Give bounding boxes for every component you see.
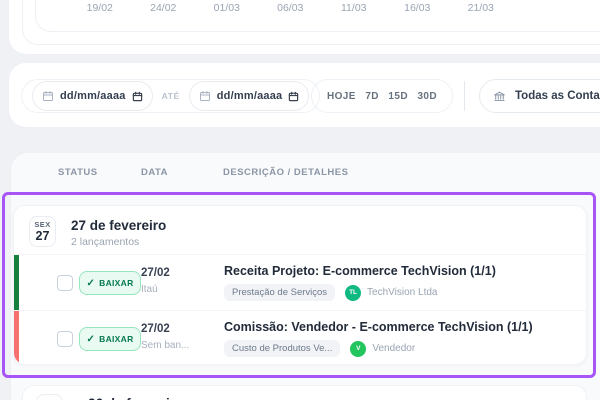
row-description: Comissão: Vendedor - E-commerce TechVisi… [224, 320, 533, 334]
baixar-button-label: BAIXAR [99, 334, 134, 344]
contact-avatar: TL [345, 284, 362, 301]
contact-avatar: V [350, 340, 367, 357]
date-range-separator: ATÉ [161, 91, 180, 101]
range-hoje-button[interactable]: HOJE [327, 91, 356, 102]
app-screen: 19/02 24/02 01/03 06/03 11/03 16/03 21/0… [0, 0, 600, 400]
axis-tick: 01/03 [213, 2, 240, 14]
column-header-date: DATA [141, 167, 168, 178]
quick-range-group: HOJE 7D 15D 30D [311, 79, 453, 113]
day-group-count: 2 lançamentos [71, 236, 140, 248]
contact: V Vendedor [350, 340, 416, 357]
axis-tick: 19/02 [86, 2, 113, 14]
contact: TL TechVision Ltda [345, 284, 438, 301]
row-accent-income [14, 255, 19, 310]
day-badge: QUI [36, 394, 63, 400]
baixar-button[interactable]: ✓ BAIXAR [79, 327, 141, 351]
row-tags: Prestação de Serviços TL TechVision Ltda [224, 284, 437, 301]
filter-divider [464, 81, 465, 111]
day-group-card-next: QUI 26 de fevereiro [22, 385, 587, 400]
chart-x-axis: 19/02 24/02 01/03 06/03 11/03 16/03 21/0… [35, 2, 513, 14]
accounts-dropdown-label: Todas as Contas [515, 90, 600, 102]
date-range-group: dd/mm/aaaa ATÉ dd/mm/aaaa [21, 79, 321, 113]
day-badge-weekday: SEX [34, 220, 51, 230]
contact-name: Vendedor [372, 343, 416, 354]
row-accent-expense [14, 311, 19, 364]
baixar-button[interactable]: ✓ BAIXAR [79, 271, 141, 295]
day-badge: SEX 27 [29, 216, 56, 247]
row-date: 27/02 [141, 323, 170, 335]
calendar-icon [43, 91, 53, 101]
date-picker-icon[interactable] [132, 91, 143, 102]
axis-tick: 21/03 [467, 2, 494, 14]
date-picker-icon[interactable] [288, 91, 299, 102]
date-from-input[interactable]: dd/mm/aaaa [32, 81, 153, 111]
range-30d-button[interactable]: 30D [417, 91, 437, 102]
accounts-dropdown[interactable]: Todas as Contas [479, 79, 600, 113]
filter-bar: dd/mm/aaaa ATÉ dd/mm/aaaa HOJE 7D 15D 30… [8, 62, 600, 128]
category-tag: Custo de Produtos Ve... [224, 340, 341, 357]
row-checkbox[interactable] [57, 275, 73, 291]
column-header-description: DESCRIÇÃO / DETALHES [223, 167, 349, 178]
axis-tick: 11/03 [341, 2, 367, 14]
category-tag: Prestação de Serviços [224, 284, 336, 301]
transaction-row[interactable]: ✓ BAIXAR 27/02 Sem ban... Comissão: Vend… [14, 310, 586, 364]
date-to-input[interactable]: dd/mm/aaaa [188, 81, 310, 111]
axis-tick: 24/02 [150, 2, 177, 14]
check-icon: ✓ [86, 333, 96, 345]
calendar-icon [199, 91, 210, 101]
transaction-row[interactable]: ✓ BAIXAR 27/02 Itaú Receita Projeto: E-c… [14, 254, 586, 310]
contact-name: TechVision Ltda [367, 287, 438, 298]
row-description: Receita Projeto: E-commerce TechVision (… [224, 264, 496, 278]
row-account: Itaú [141, 284, 158, 295]
row-date: 27/02 [141, 267, 170, 279]
axis-tick: 06/03 [277, 2, 304, 14]
check-icon: ✓ [86, 277, 96, 289]
day-group-title: 26 de fevereiro [88, 396, 183, 400]
date-to-placeholder: dd/mm/aaaa [216, 90, 283, 102]
day-group-card: SEX 27 27 de fevereiro 2 lançamentos ✓ B… [13, 205, 587, 365]
row-account: Sem ban... [141, 340, 190, 351]
row-tags: Custo de Produtos Ve... V Vendedor [224, 340, 415, 357]
range-15d-button[interactable]: 15D [388, 91, 408, 102]
date-from-placeholder: dd/mm/aaaa [60, 90, 126, 102]
range-7d-button[interactable]: 7D [365, 91, 379, 102]
day-badge-number: 27 [35, 229, 50, 244]
column-header-status: STATUS [58, 167, 98, 178]
row-checkbox[interactable] [57, 331, 73, 347]
bank-icon [494, 91, 505, 101]
day-group-header: SEX 27 27 de fevereiro 2 lançamentos [14, 206, 586, 254]
day-group-title: 27 de fevereiro [71, 218, 167, 233]
baixar-button-label: BAIXAR [99, 278, 134, 288]
axis-tick: 16/03 [404, 2, 431, 14]
